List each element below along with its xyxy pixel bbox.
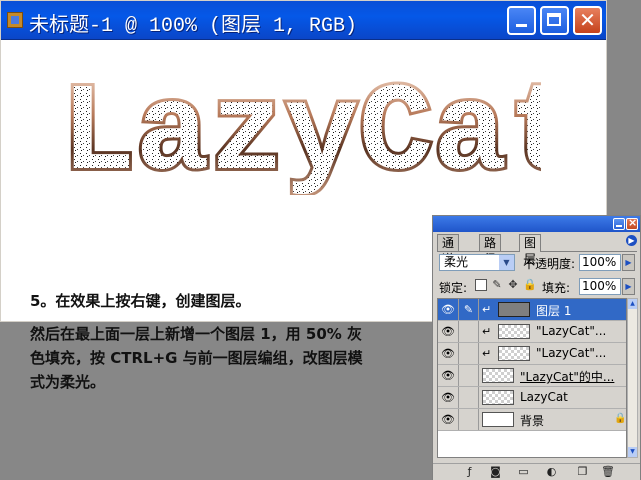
layer-thumbnail — [482, 412, 514, 427]
link-cell[interactable] — [459, 321, 479, 342]
tutorial-line: 式为柔光。 — [30, 373, 106, 391]
maximize-button[interactable] — [540, 6, 569, 35]
eye-icon[interactable]: 👁 — [438, 409, 459, 430]
clipping-arrow-icon: ↵ — [482, 347, 492, 360]
folder-icon[interactable]: ▭ — [517, 465, 530, 478]
tutorial-body: 然后在最上面一层上新增一个图层 1，用 50% 灰 色填充，按 CTRL+G 与… — [30, 322, 425, 394]
clipping-arrow-icon: ↵ — [482, 303, 492, 316]
layer-name: 图层 1 — [536, 304, 572, 318]
link-cell[interactable] — [459, 387, 479, 408]
scroll-up-icon[interactable]: ▲ — [628, 299, 637, 309]
link-cell[interactable] — [459, 343, 479, 364]
layer-thumbnail — [498, 346, 530, 361]
link-cell[interactable] — [459, 409, 479, 430]
layers-list: 👁 ✎ ↵ 图层 1 👁 ↵ "LazyCat"... 👁 ↵ "LazyCat… — [437, 298, 627, 458]
fill-slider-button[interactable]: ▶ — [622, 278, 635, 295]
layer-thumbnail — [482, 368, 514, 383]
layer-thumbnail — [482, 390, 514, 405]
eye-icon[interactable]: 👁 — [438, 299, 459, 320]
document-title: 未标题-1 @ 100% (图层 1, RGB) — [29, 15, 358, 38]
minimize-icon — [516, 24, 527, 27]
blend-mode-value: 柔光 — [444, 255, 469, 269]
palette-titlebar[interactable] — [433, 216, 640, 232]
minimize-button[interactable] — [507, 6, 536, 35]
layer-name: "LazyCat"... — [536, 346, 607, 360]
layers-palette: 通道 路径 图层 ▶ 柔光 ▼ 不透明度: 100% ▶ 锁定: ✎ ✥ 🔒 填… — [432, 215, 641, 480]
tutorial-line: 然后在最上面一层上新增一个图层 1，用 50% 灰 — [30, 325, 363, 343]
link-cell[interactable] — [459, 365, 479, 386]
blend-mode-select[interactable]: 柔光 ▼ — [439, 254, 515, 271]
close-icon: ✕ — [579, 8, 596, 32]
palette-menu-arrow-icon[interactable]: ▶ — [626, 235, 637, 246]
chevron-down-icon[interactable]: ▼ — [499, 255, 514, 270]
palette-minimize-button[interactable] — [613, 218, 625, 230]
layer-row[interactable]: 👁 ↵ "LazyCat"... — [438, 343, 626, 365]
lock-transparency-icon[interactable] — [475, 279, 487, 291]
eye-icon[interactable]: 👁 — [438, 321, 459, 342]
layer-row[interactable]: 👁 "LazyCat"的中... — [438, 365, 626, 387]
lock-brush-icon[interactable]: ✎ — [491, 279, 503, 291]
brush-icon[interactable]: ✎ — [459, 299, 479, 320]
layer-thumbnail — [498, 302, 530, 317]
layer-style-icon[interactable]: ƒ — [463, 465, 476, 478]
clipping-arrow-icon: ↵ — [482, 325, 492, 338]
layer-name: LazyCat — [520, 390, 568, 404]
lock-move-icon[interactable]: ✥ — [507, 279, 519, 291]
eye-icon[interactable]: 👁 — [438, 387, 459, 408]
layer-row[interactable]: 👁 ↵ "LazyCat"... — [438, 321, 626, 343]
eye-icon[interactable]: 👁 — [438, 365, 459, 386]
lock-icon: 🔒 — [614, 413, 627, 424]
fill-label: 填充: — [542, 281, 571, 295]
opacity-slider-button[interactable]: ▶ — [622, 254, 635, 271]
tutorial-line: 色填充，按 CTRL+G 与前一图层编组，改图层模 — [30, 349, 363, 367]
adjustment-icon[interactable]: ◐ — [545, 465, 558, 478]
layer-row[interactable]: 👁 背景 🔒 — [438, 409, 626, 431]
layer-name: 背景 — [520, 414, 545, 428]
lock-all-icon[interactable]: 🔒 — [523, 279, 537, 291]
layer-row[interactable]: 👁 ✎ ↵ 图层 1 — [438, 299, 626, 321]
layer-name: "LazyCat"... — [536, 324, 607, 338]
opacity-input[interactable]: 100% — [579, 254, 621, 271]
scroll-down-icon[interactable]: ▼ — [628, 447, 637, 457]
tab-channels[interactable]: 通道 — [437, 234, 460, 266]
layers-scrollbar[interactable]: ▲ ▼ — [627, 298, 638, 458]
palette-bottom-toolbar: ƒ ◙ ▭ ◐ ❐ 🗑 — [433, 463, 640, 480]
tab-paths[interactable]: 路径 — [479, 234, 502, 266]
layer-row[interactable]: 👁 LazyCat — [438, 387, 626, 409]
layer-name: "LazyCat"的中... — [520, 370, 615, 384]
lock-row: 锁定: ✎ ✥ 🔒 填充: 100% ▶ — [439, 278, 637, 295]
fill-input[interactable]: 100% — [579, 278, 621, 295]
document-titlebar[interactable]: 未标题-1 @ 100% (图层 1, RGB) ✕ — [1, 1, 606, 40]
lazycat-artwork: LazyCat — [61, 63, 541, 195]
layer-thumbnail — [498, 324, 530, 339]
close-button[interactable]: ✕ — [573, 6, 602, 35]
lock-label: 锁定: — [439, 281, 468, 295]
tab-layers[interactable]: 图层 — [519, 234, 542, 266]
artwork-text: LazyCat — [61, 66, 541, 195]
maximize-icon — [547, 13, 561, 26]
trash-icon[interactable]: 🗑 — [601, 465, 615, 478]
tutorial-step: 5。在效果上按右键，创建图层。 — [30, 292, 251, 310]
photoshop-doc-icon[interactable] — [7, 12, 23, 28]
mask-icon[interactable]: ◙ — [489, 465, 502, 478]
palette-close-button[interactable] — [626, 216, 638, 230]
eye-icon[interactable]: 👁 — [438, 343, 459, 364]
new-layer-icon[interactable]: ❐ — [576, 465, 589, 478]
